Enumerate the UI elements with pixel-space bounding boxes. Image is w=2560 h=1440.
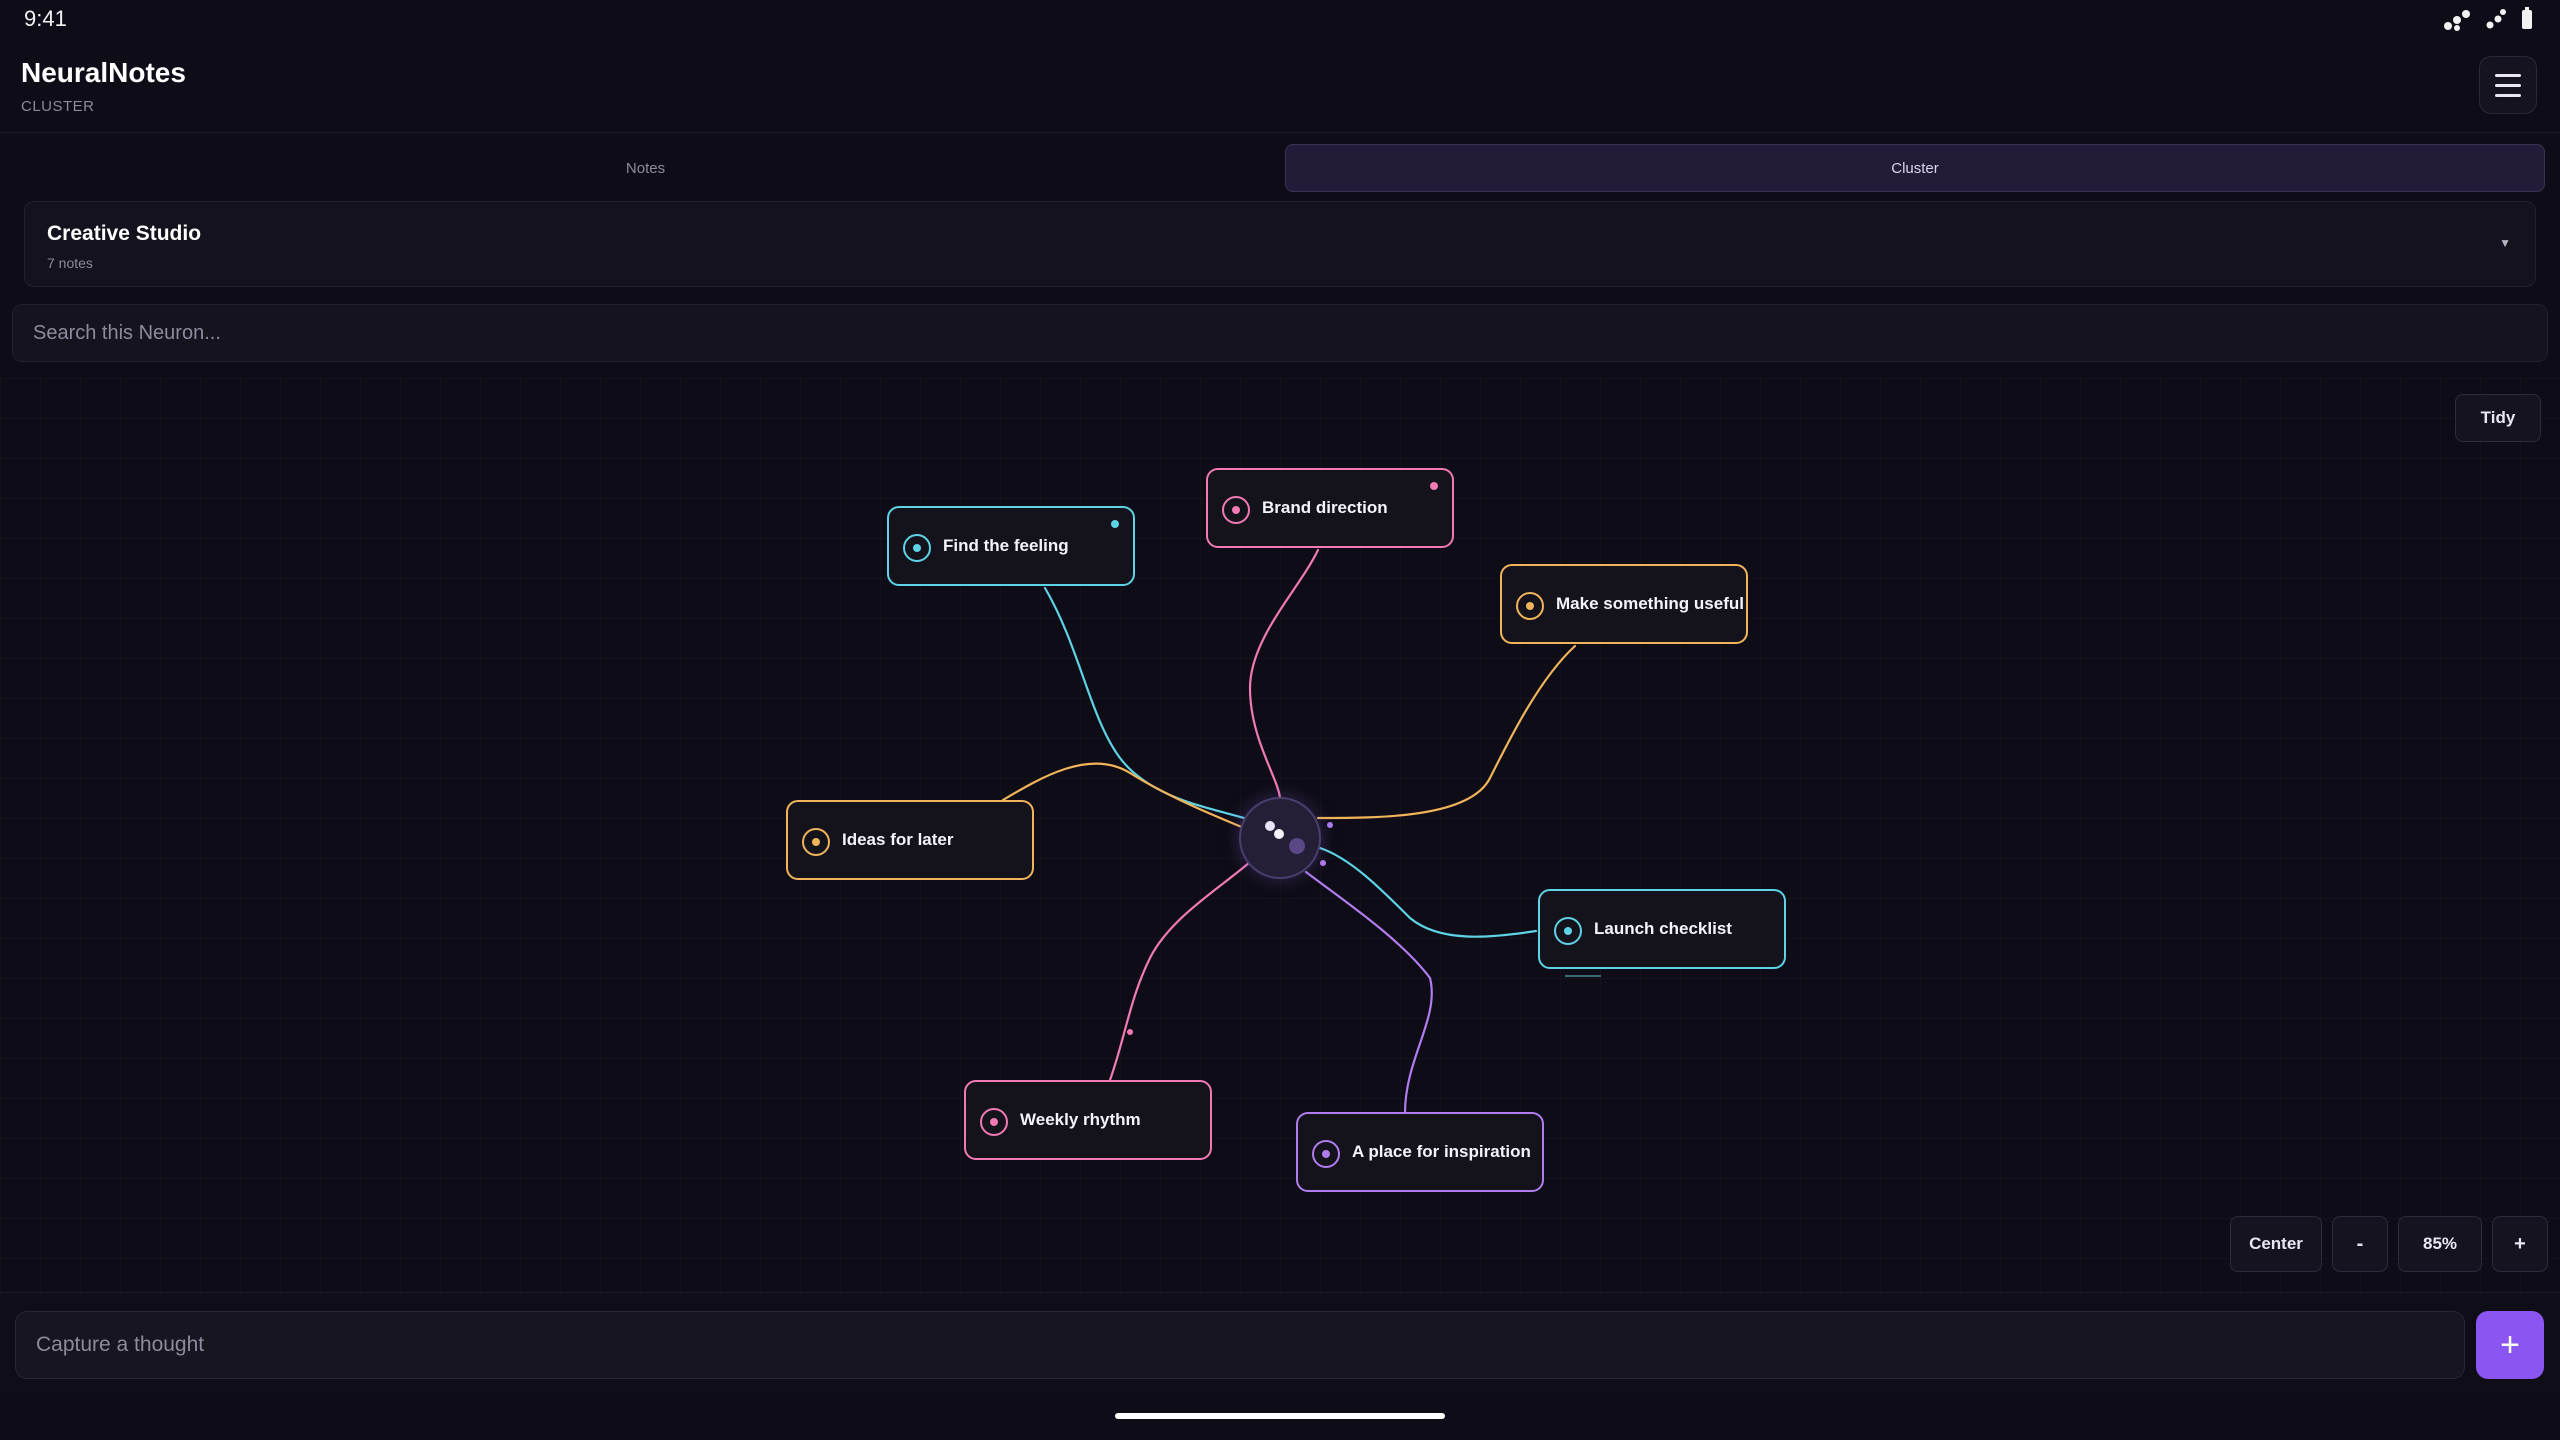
status-icons: [2442, 6, 2534, 32]
node-dot-icon: [1222, 496, 1250, 524]
chevron-down-icon: ▼: [2499, 236, 2511, 250]
view-tabs: Notes Cluster: [0, 140, 2560, 194]
hub-cluster-icon: [1265, 821, 1305, 854]
menu-icon-bar: [2495, 73, 2521, 77]
node-label: Launch checklist: [1594, 919, 1732, 938]
thought-composer: +: [0, 1292, 2560, 1392]
node-dot-icon: [1312, 1140, 1340, 1168]
menu-icon-bar: [2495, 93, 2521, 97]
note-node-brand-direction[interactable]: Brand direction: [1206, 468, 1454, 548]
node-dot-icon: [802, 828, 830, 856]
node-label: Brand direction: [1262, 498, 1388, 517]
tab-cluster[interactable]: Cluster: [1285, 144, 2545, 192]
status-bar: 9:41: [0, 0, 2560, 40]
battery-icon: [2522, 7, 2532, 29]
link-ideas-for-later: [1001, 762, 1246, 830]
node-dot-icon: [1554, 917, 1582, 945]
tidy-button[interactable]: Tidy: [2455, 394, 2541, 442]
menu-icon-bar: [2495, 83, 2521, 87]
capture-thought-input[interactable]: [15, 1311, 2465, 1379]
link-place-for-inspiration: [1304, 870, 1433, 1115]
cluster-hub[interactable]: [1239, 797, 1321, 879]
link-launch-checklist: [1318, 846, 1538, 938]
tab-notes[interactable]: Notes: [8, 144, 1283, 192]
node-dot-icon: [903, 534, 931, 562]
wifi-icon: [2486, 9, 2506, 29]
link-spark: [1127, 1029, 1133, 1035]
node-label: A place for inspiration: [1352, 1142, 1531, 1161]
link-spark: [1565, 975, 1601, 977]
center-button[interactable]: Center: [2230, 1216, 2322, 1272]
node-dot-icon: [980, 1108, 1008, 1136]
link-find-the-feeling: [1043, 586, 1246, 820]
node-label: Make something useful: [1556, 594, 1744, 613]
node-dot-icon: [1516, 592, 1544, 620]
note-node-find-the-feeling[interactable]: Find the feeling: [887, 506, 1135, 586]
app-subtitle: CLUSTER: [21, 98, 95, 115]
note-node-weekly-rhythm[interactable]: Weekly rhythm: [964, 1080, 1212, 1160]
note-node-ideas-for-later[interactable]: Ideas for later: [786, 800, 1034, 880]
pin-indicator: [1111, 520, 1119, 528]
cluster-canvas[interactable]: Tidy Find the feeling Brand direction Ma…: [0, 378, 2560, 1292]
node-label: Weekly rhythm: [1020, 1110, 1141, 1129]
neuron-selector[interactable]: Creative Studio 7 notes ▼: [24, 201, 2536, 287]
note-node-launch-checklist[interactable]: Launch checklist: [1538, 889, 1786, 969]
app-header: NeuralNotes CLUSTER: [0, 40, 2560, 133]
signal-icon: [2444, 10, 2470, 31]
node-label: Find the feeling: [943, 536, 1069, 555]
menu-button[interactable]: [2479, 56, 2537, 114]
add-thought-button[interactable]: +: [2476, 1311, 2544, 1379]
neuron-note-count: 7 notes: [47, 255, 93, 271]
node-label: Ideas for later: [842, 830, 954, 849]
status-time: 9:41: [24, 6, 67, 31]
link-weekly-rhythm: [1108, 860, 1252, 1082]
home-indicator[interactable]: [1115, 1413, 1445, 1419]
link-spark: [1327, 822, 1333, 828]
zoom-out-button[interactable]: -: [2332, 1216, 2388, 1272]
link-brand-direction: [1248, 548, 1320, 800]
note-node-make-something-useful[interactable]: Make something useful: [1500, 564, 1748, 644]
zoom-in-button[interactable]: +: [2492, 1216, 2548, 1272]
search-input[interactable]: [12, 304, 2548, 362]
pin-indicator: [1430, 482, 1438, 490]
app-title: NeuralNotes: [21, 57, 186, 88]
note-node-a-place-for-inspiration[interactable]: A place for inspiration: [1296, 1112, 1544, 1192]
zoom-controls: Center - 85% +: [2230, 1216, 2548, 1272]
zoom-level: 85%: [2398, 1216, 2482, 1272]
neuron-name: Creative Studio: [47, 222, 202, 245]
link-make-something-useful: [1316, 644, 1577, 820]
